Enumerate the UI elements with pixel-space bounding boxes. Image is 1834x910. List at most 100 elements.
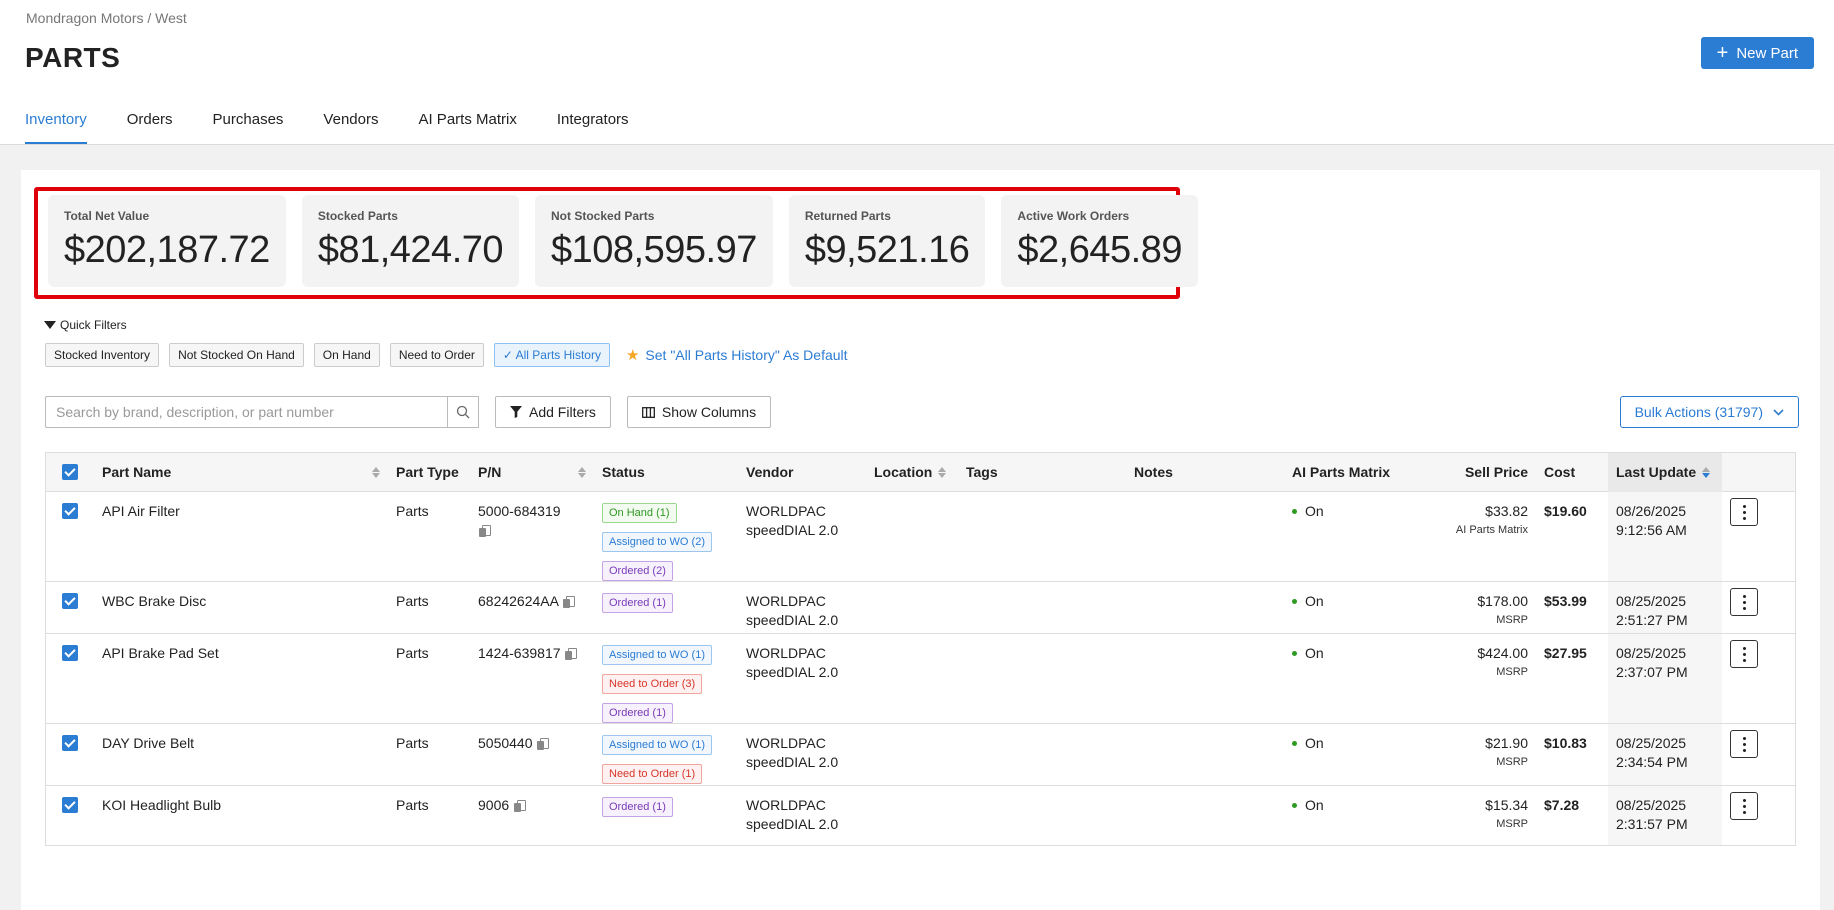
table-row[interactable]: API Brake Pad Set Parts 1424-639817 Assi… xyxy=(46,634,1795,724)
notes-cell xyxy=(1126,634,1284,723)
cost: $7.28 xyxy=(1544,797,1580,813)
copy-icon[interactable] xyxy=(563,596,576,608)
chip-not-stocked-on-hand[interactable]: Not Stocked On Hand xyxy=(169,343,304,367)
status-cell: On Hand (1) Assigned to WO (2) Ordered (… xyxy=(594,492,738,581)
tags-cell xyxy=(958,634,1126,723)
set-default-link[interactable]: ★ Set "All Parts History" As Default xyxy=(626,346,848,364)
chip-on-hand[interactable]: On Hand xyxy=(313,343,380,367)
column-label: Vendor xyxy=(746,464,794,480)
status-cell: Assigned to WO (1) Need to Order (3) Ord… xyxy=(594,634,738,723)
copy-icon[interactable] xyxy=(479,525,491,537)
select-all-checkbox[interactable] xyxy=(62,464,78,480)
part-number: 5000-684319 xyxy=(478,503,561,519)
part-name[interactable]: KOI Headlight Bulb xyxy=(94,786,388,845)
search-button[interactable] xyxy=(447,396,479,428)
vendor-cell: WORLDPAC speedDIAL 2.0 xyxy=(738,582,866,633)
last-update-cell: 08/25/2025 2:31:57 PM xyxy=(1608,786,1722,845)
part-number: 9006 xyxy=(478,797,510,813)
row-checkbox[interactable] xyxy=(62,797,78,813)
sell-price-cell: $178.00 MSRP xyxy=(1444,582,1536,633)
ai-matrix-cell: On xyxy=(1284,724,1444,785)
cost: $19.60 xyxy=(1544,503,1587,519)
more-actions-icon[interactable] xyxy=(1730,640,1758,668)
sell-price-source: MSRP xyxy=(1496,666,1528,678)
more-actions-icon[interactable] xyxy=(1730,792,1758,820)
actions-cell xyxy=(1722,724,1776,785)
tab-purchases[interactable]: Purchases xyxy=(213,111,284,144)
show-columns-button[interactable]: Show Columns xyxy=(626,396,772,428)
status-badge: Assigned to WO (2) xyxy=(602,532,712,552)
table-row[interactable]: API Air Filter Parts 5000-684319 On Hand… xyxy=(46,492,1795,582)
chip-need-to-order[interactable]: Need to Order xyxy=(389,343,484,367)
copy-icon[interactable] xyxy=(565,648,578,660)
part-name[interactable]: WBC Brake Disc xyxy=(94,582,388,633)
page-header: Mondragon Motors / West PARTS + New Part… xyxy=(0,0,1834,145)
new-part-button[interactable]: + New Part xyxy=(1700,37,1814,69)
column-location[interactable]: Location xyxy=(866,464,958,480)
status-badge: On Hand (1) xyxy=(602,503,677,523)
column-last-update[interactable]: Last Update xyxy=(1608,452,1722,492)
row-select-cell xyxy=(46,634,94,723)
part-name[interactable]: API Air Filter xyxy=(94,492,388,581)
actions-cell xyxy=(1722,786,1776,845)
vendor-cell: WORLDPAC speedDIAL 2.0 xyxy=(738,786,866,845)
vendor-cell: WORLDPAC speedDIAL 2.0 xyxy=(738,724,866,785)
location-cell xyxy=(866,724,958,785)
search-input[interactable] xyxy=(45,396,447,428)
column-part-name[interactable]: Part Name xyxy=(94,464,388,480)
copy-icon[interactable] xyxy=(537,738,550,750)
part-number: 68242624AA xyxy=(478,593,559,609)
chip-all-parts-history[interactable]: ✓ All Parts History xyxy=(493,343,610,367)
row-checkbox[interactable] xyxy=(62,503,78,519)
ai-matrix-status: On xyxy=(1305,593,1324,609)
status-badge: Assigned to WO (1) xyxy=(602,645,712,665)
location-cell xyxy=(866,582,958,633)
update-time: 2:37:07 PM xyxy=(1616,664,1688,680)
tab-integrators[interactable]: Integrators xyxy=(557,111,629,144)
stat-total-net-value: Total Net Value $202,187.72 xyxy=(48,195,286,287)
more-actions-icon[interactable] xyxy=(1730,730,1758,758)
tab-ai-parts-matrix[interactable]: AI Parts Matrix xyxy=(418,111,516,144)
column-label: P/N xyxy=(478,464,502,480)
bulk-actions-button[interactable]: Bulk Actions (31797) xyxy=(1619,396,1799,428)
tab-inventory[interactable]: Inventory xyxy=(25,111,87,144)
column-pn[interactable]: P/N xyxy=(470,464,594,480)
star-icon: ★ xyxy=(625,347,640,364)
table-header: Part Name Part Type P/N Status Vendor Lo… xyxy=(46,452,1795,492)
tab-orders[interactable]: Orders xyxy=(127,111,173,144)
add-filters-button[interactable]: Add Filters xyxy=(495,396,611,428)
more-actions-icon[interactable] xyxy=(1730,498,1758,526)
vendor-name: WORLDPAC xyxy=(746,645,826,661)
status-dot-icon xyxy=(1292,599,1297,604)
status-dot-icon xyxy=(1292,509,1297,514)
status-badge: Ordered (2) xyxy=(602,561,673,581)
tags-cell xyxy=(958,724,1126,785)
more-actions-icon[interactable] xyxy=(1730,588,1758,616)
table-row[interactable]: WBC Brake Disc Parts 68242624AA Ordered … xyxy=(46,582,1795,634)
part-name[interactable]: API Brake Pad Set xyxy=(94,634,388,723)
part-number-cell: 5050440 xyxy=(470,724,594,785)
sell-price: $424.00 xyxy=(1477,645,1528,661)
row-checkbox[interactable] xyxy=(62,645,78,661)
notes-cell xyxy=(1126,492,1284,581)
tab-vendors[interactable]: Vendors xyxy=(323,111,378,144)
column-label: Status xyxy=(602,464,645,480)
column-label: Cost xyxy=(1544,464,1576,480)
tags-cell xyxy=(958,786,1126,845)
column-label: Part Type xyxy=(396,464,459,480)
update-time: 9:12:56 AM xyxy=(1616,522,1687,538)
copy-icon[interactable] xyxy=(514,800,527,812)
row-checkbox[interactable] xyxy=(62,593,78,609)
chip-stocked-inventory[interactable]: Stocked Inventory xyxy=(45,343,160,367)
breadcrumb[interactable]: Mondragon Motors / West xyxy=(26,10,187,26)
table-row[interactable]: DAY Drive Belt Parts 5050440 Assigned to… xyxy=(46,724,1795,786)
status-badge: Ordered (1) xyxy=(602,593,673,613)
part-type: Parts xyxy=(396,503,429,519)
filter-icon xyxy=(510,406,522,418)
table-row[interactable]: KOI Headlight Bulb Parts 9006 Ordered (1… xyxy=(46,786,1795,846)
part-name[interactable]: DAY Drive Belt xyxy=(94,724,388,785)
part-type: Parts xyxy=(396,645,429,661)
location-cell xyxy=(866,492,958,581)
sort-icon xyxy=(1702,466,1711,478)
row-checkbox[interactable] xyxy=(62,735,78,751)
